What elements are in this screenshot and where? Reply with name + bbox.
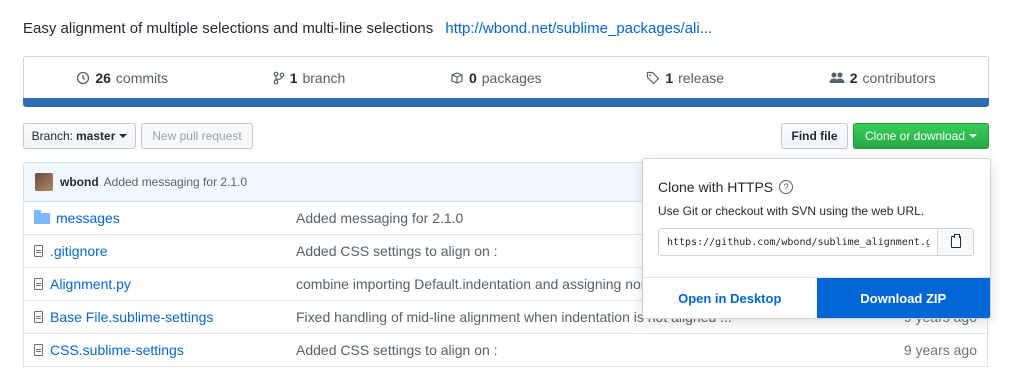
file-commit-message[interactable]: Added CSS settings to align on : — [296, 342, 498, 358]
clone-url-input[interactable] — [659, 229, 937, 255]
file-name-link[interactable]: .gitignore — [34, 243, 108, 259]
file-age: 9 years ago — [903, 342, 977, 358]
people-icon — [829, 72, 845, 83]
file-icon — [34, 311, 43, 323]
file-icon — [34, 245, 43, 257]
clone-popup: Clone with HTTPS ? Use Git or checkout w… — [642, 158, 991, 319]
releases-label: release — [678, 70, 725, 86]
language-bar[interactable] — [23, 98, 989, 107]
file-name-link[interactable]: CSS.sublime-settings — [34, 342, 184, 358]
branches-label: branch — [302, 70, 346, 86]
repo-summary-bar: 26 commits 1 branch 0 packages 1 release… — [23, 56, 989, 99]
commits-count: 26 — [95, 70, 111, 86]
table-row: CSS.sublime-settings Added CSS settings … — [23, 334, 988, 367]
branches-count: 1 — [289, 70, 298, 86]
file-name-link[interactable]: Alignment.py — [34, 276, 131, 292]
branches-stat[interactable]: 1 branch — [273, 70, 346, 86]
file-name: Alignment.py — [50, 276, 131, 292]
branch-icon — [273, 71, 285, 85]
file-commit-message[interactable]: combine importing Default.indentation an… — [296, 276, 645, 292]
file-name: .gitignore — [50, 243, 108, 259]
open-in-desktop-button[interactable]: Open in Desktop — [643, 278, 817, 318]
clone-popup-subtitle: Use Git or checkout with SVN using the w… — [658, 204, 925, 218]
avatar[interactable] — [35, 173, 53, 191]
file-icon — [34, 278, 43, 290]
clipboard-icon — [950, 234, 961, 248]
releases-stat[interactable]: 1 release — [646, 70, 724, 86]
chevron-down-icon — [969, 134, 978, 138]
file-icon — [34, 344, 43, 356]
repo-homepage-link[interactable]: http://wbond.net/sublime_packages/ali... — [445, 20, 712, 37]
contributors-stat[interactable]: 2 contributors — [829, 70, 936, 86]
packages-stat[interactable]: 0 packages — [450, 70, 542, 86]
branch-select-value: master — [76, 129, 116, 143]
file-commit-message[interactable]: Added messaging for 2.1.0 — [296, 210, 463, 226]
clone-popup-title: Clone with HTTPS ? — [658, 179, 794, 195]
clone-url-box — [658, 228, 974, 256]
file-name: Base File.sublime-settings — [50, 309, 214, 325]
file-commit-message[interactable]: Added CSS settings to align on : — [296, 243, 498, 259]
contributors-count: 2 — [849, 70, 858, 86]
chevron-down-icon — [119, 134, 128, 138]
package-icon — [451, 72, 463, 84]
commits-label: commits — [115, 70, 169, 86]
folder-icon — [34, 209, 50, 224]
branch-select-prefix: Branch: — [31, 129, 73, 143]
branch-select-button[interactable]: Branch: master — [23, 123, 136, 149]
contributors-label: contributors — [862, 70, 936, 86]
clone-popup-title-text: Clone with HTTPS — [658, 179, 774, 195]
file-name: messages — [56, 210, 120, 226]
new-pull-request-button[interactable]: New pull request — [141, 123, 253, 149]
question-icon[interactable]: ? — [779, 180, 794, 194]
popup-arrow — [957, 159, 980, 170]
tag-icon — [647, 71, 660, 85]
commit-author[interactable]: wbond — [60, 175, 99, 189]
packages-label: packages — [481, 70, 542, 86]
repo-description: Easy alignment of multiple selections an… — [23, 20, 434, 37]
clone-or-download-label: Clone or download — [864, 129, 966, 143]
file-name: CSS.sublime-settings — [50, 342, 184, 358]
copy-url-button[interactable] — [937, 229, 973, 255]
releases-count: 1 — [665, 70, 674, 86]
clone-actions: Open in Desktop Download ZIP — [643, 277, 990, 318]
commit-message[interactable]: Added messaging for 2.1.0 — [104, 175, 247, 189]
clone-or-download-button[interactable]: Clone or download — [853, 123, 989, 149]
repo-description-line: Easy alignment of multiple selections an… — [23, 20, 712, 37]
download-zip-button[interactable]: Download ZIP — [816, 278, 990, 318]
packages-count: 0 — [468, 70, 477, 86]
file-name-link[interactable]: Base File.sublime-settings — [34, 309, 213, 325]
find-file-button[interactable]: Find file — [781, 123, 848, 149]
commits-stat[interactable]: 26 commits — [76, 70, 168, 86]
history-icon — [77, 71, 90, 85]
file-name-link[interactable]: messages — [34, 209, 120, 226]
